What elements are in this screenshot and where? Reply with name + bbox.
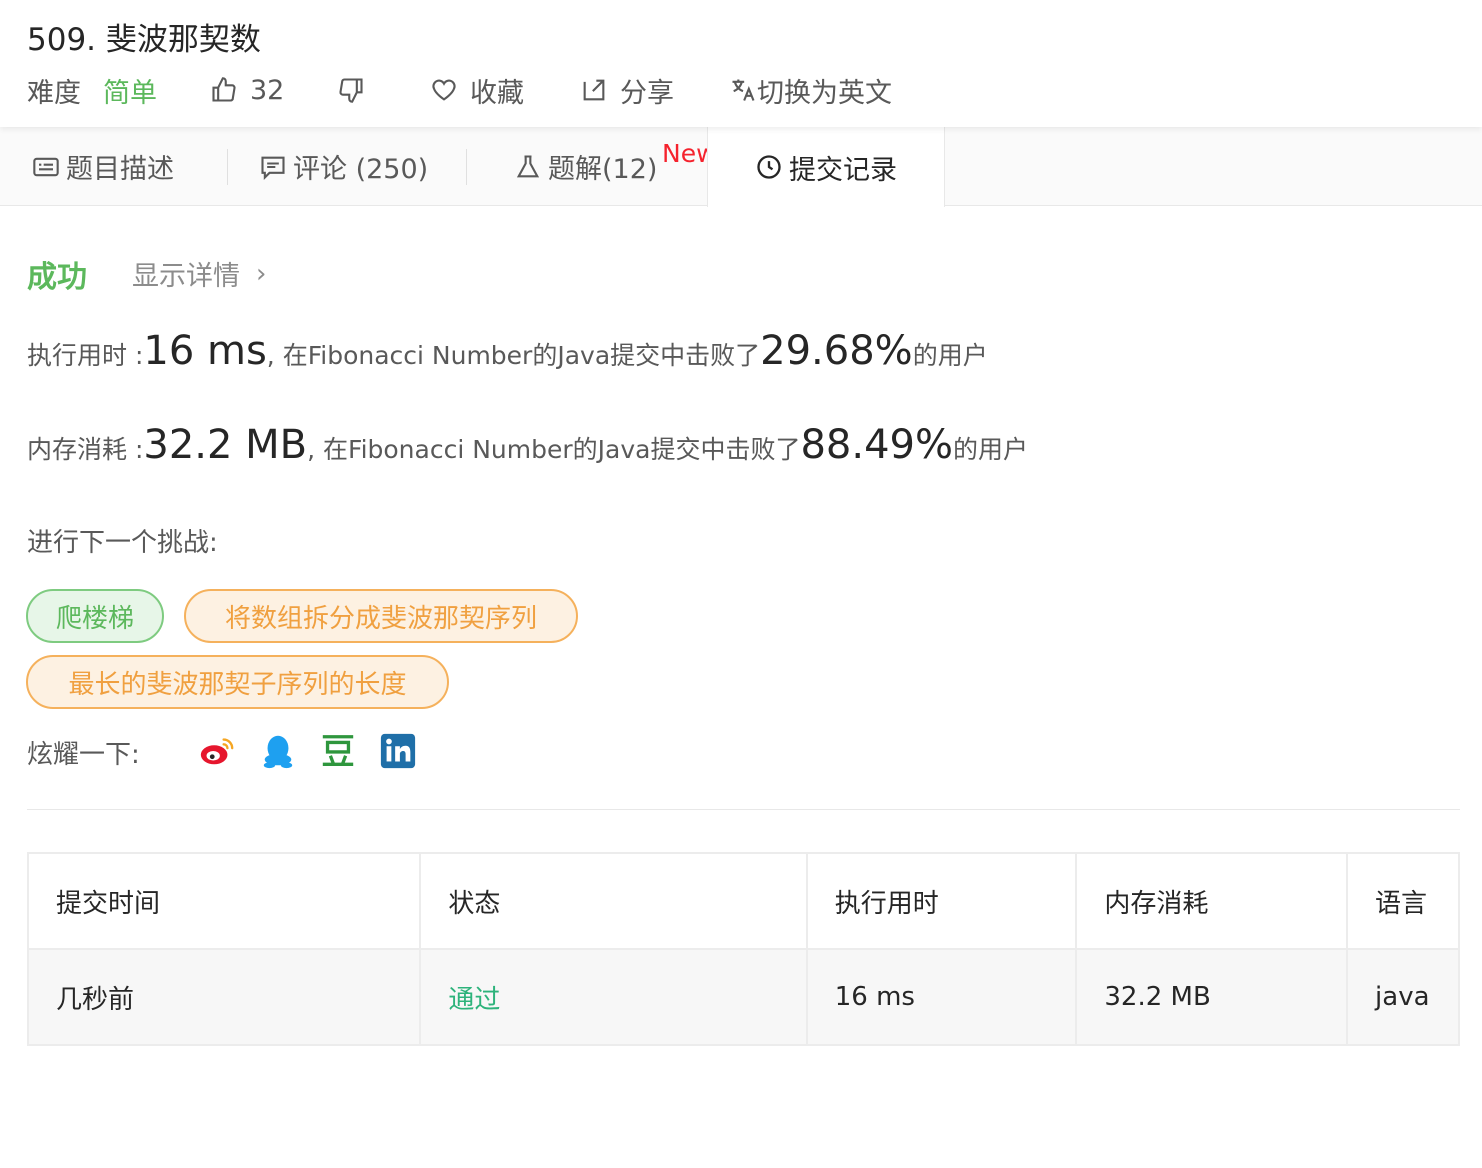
- favorite-label: 收藏: [470, 77, 524, 109]
- weibo-icon[interactable]: [198, 732, 236, 770]
- submission-result-panel: 成功 显示详情 › 执行用时 : 16 ms , 在Fibonacci Numb…: [0, 206, 1482, 1168]
- tab-divider: [227, 149, 228, 185]
- header-language: 语言: [1346, 852, 1460, 950]
- tab-bar: 题目描述 评论 (250) 题解(12) 提交记录: [0, 127, 1482, 207]
- memory-value: 32.2 MB: [143, 422, 308, 468]
- difficulty: 难度 简单: [27, 71, 157, 110]
- like-button[interactable]: 32: [210, 75, 284, 106]
- share-label: 分享: [620, 77, 674, 109]
- tab-comments[interactable]: 评论 (250): [259, 127, 428, 206]
- thumbs-up-icon: [212, 77, 236, 102]
- cell-runtime: 16 ms: [805, 948, 1078, 1046]
- result-status: 成功: [27, 260, 87, 295]
- tab-comments-label: 评论 (250): [293, 154, 429, 185]
- memory-suffix: 的用户: [953, 435, 1029, 464]
- switch-language-label: 切换为英文: [757, 77, 892, 109]
- challenge-split-fibonacci[interactable]: 将数组拆分成斐波那契序列: [184, 589, 578, 643]
- linkedin-icon[interactable]: [379, 732, 417, 770]
- difficulty-value: 简单: [103, 77, 157, 109]
- switch-language-button[interactable]: 切换为英文: [729, 71, 892, 110]
- clock-icon: [757, 155, 781, 179]
- flask-icon: [516, 154, 540, 177]
- tab-submissions-label: 提交记录: [789, 154, 897, 186]
- cell-language: java: [1346, 948, 1460, 1046]
- chevron-right-icon: ›: [256, 258, 267, 289]
- memory-text: , 在Fibonacci Number的Java提交中击败了: [307, 435, 801, 464]
- header-submit-time: 提交时间: [26, 852, 422, 950]
- qq-icon[interactable]: [259, 732, 297, 770]
- favorite-button[interactable]: 收藏: [430, 71, 524, 110]
- tab-solutions[interactable]: 题解(12): [514, 127, 657, 206]
- header-runtime: 执行用时: [805, 852, 1078, 950]
- memory-percent: 88.49%: [800, 422, 953, 468]
- tab-submissions[interactable]: 提交记录: [707, 127, 945, 207]
- like-count: 32: [250, 74, 285, 106]
- description-icon: [33, 157, 59, 176]
- problem-header: 509. 斐波那契数 难度 简单 32 收藏 分享 切换为英文: [0, 0, 1482, 127]
- runtime-stat: 执行用时 : 16 ms , 在Fibonacci Number的Java提交中…: [27, 328, 988, 374]
- runtime-label: 执行用时 :: [27, 341, 144, 370]
- show-details-label: 显示详情: [132, 261, 240, 292]
- tab-solutions-label: 题解(12): [548, 154, 658, 185]
- dislike-button[interactable]: [337, 76, 365, 104]
- runtime-percent: 29.68%: [760, 328, 913, 374]
- douban-icon[interactable]: [319, 732, 357, 770]
- challenge-longest-fibonacci[interactable]: 最长的斐波那契子序列的长度: [26, 655, 449, 709]
- tab-description-label: 题目描述: [66, 154, 174, 185]
- memory-stat: 内存消耗 : 32.2 MB , 在Fibonacci Number的Java提…: [27, 422, 1028, 468]
- challenge-climbing-stairs[interactable]: 爬楼梯: [26, 589, 164, 643]
- cell-submit-time: 几秒前: [26, 948, 422, 1046]
- runtime-value: 16 ms: [143, 328, 267, 374]
- new-badge: New: [662, 139, 707, 168]
- tab-description[interactable]: 题目描述: [32, 127, 174, 206]
- table-row: 几秒前 通过 16 ms 32.2 MB java: [26, 948, 1460, 1046]
- runtime-text: , 在Fibonacci Number的Java提交中击败了: [266, 341, 761, 370]
- thumbs-down-icon: [339, 78, 363, 103]
- difficulty-label: 难度: [27, 77, 81, 109]
- memory-label: 内存消耗 :: [27, 435, 144, 464]
- show-details-link[interactable]: 显示详情 ›: [132, 254, 266, 293]
- translate-icon: [732, 79, 755, 101]
- next-challenge-label: 进行下一个挑战:: [27, 528, 218, 558]
- table-header-row: 提交时间 状态 执行用时 内存消耗 语言: [26, 852, 1460, 950]
- header-status: 状态: [419, 852, 808, 950]
- runtime-suffix: 的用户: [912, 341, 988, 370]
- tab-divider: [466, 149, 467, 185]
- cell-status-link[interactable]: 通过: [419, 948, 808, 1046]
- share-icon: [583, 79, 605, 101]
- submission-table: 提交时间 状态 执行用时 内存消耗 语言 几秒前 通过 16 ms 32.2 M…: [26, 852, 1460, 1046]
- cell-memory: 32.2 MB: [1075, 948, 1349, 1046]
- heart-icon: [432, 79, 456, 101]
- header-memory: 内存消耗: [1075, 852, 1349, 950]
- problem-title: 509. 斐波那契数: [27, 22, 261, 58]
- share-label: 炫耀一下:: [27, 740, 140, 770]
- divider: [27, 809, 1460, 810]
- share-button[interactable]: 分享: [580, 71, 674, 110]
- comment-icon: [261, 156, 285, 180]
